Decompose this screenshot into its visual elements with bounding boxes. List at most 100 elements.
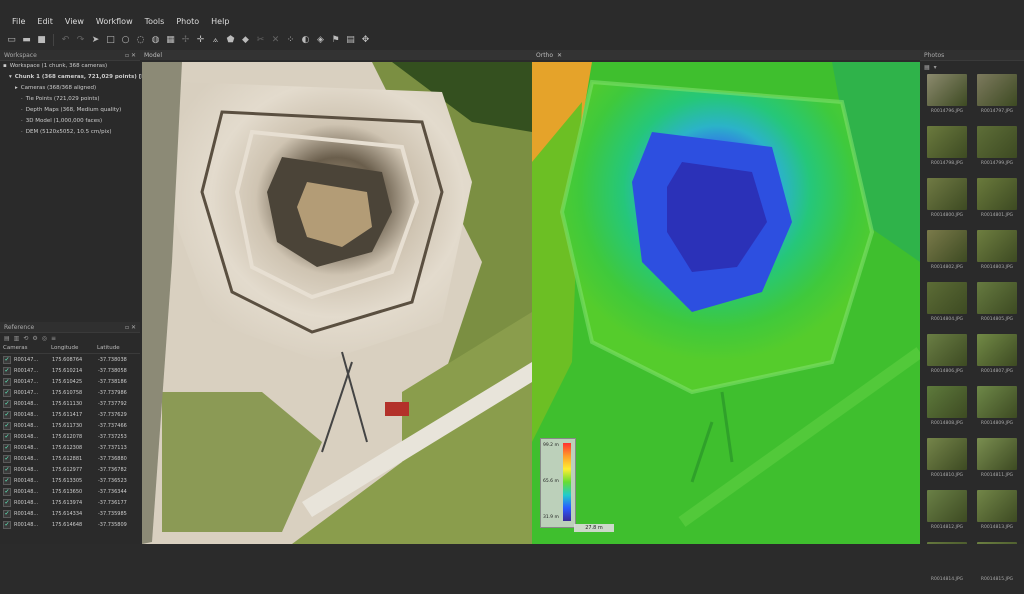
checkbox[interactable]: ✓ — [3, 498, 11, 507]
rotate-icon[interactable]: ✢ — [180, 35, 191, 45]
reference-row[interactable]: ✓ R00147... 175.610214 -37.738058 — [0, 365, 140, 376]
menu-edit[interactable]: Edit — [31, 17, 59, 26]
menu-workflow[interactable]: Workflow — [90, 17, 139, 26]
checkbox[interactable]: ✓ — [3, 377, 11, 386]
reference-row[interactable]: ✓ R00148... 175.612078 -37.737253 — [0, 431, 140, 442]
reference-row[interactable]: ✓ R00147... 175.610758 -37.737986 — [0, 387, 140, 398]
export-icon[interactable]: ▥ — [14, 335, 20, 342]
photo-thumbnail[interactable]: R0014808.JPG — [924, 386, 970, 438]
photo-thumbnail[interactable]: R0014811.JPG — [974, 438, 1020, 490]
menu-file[interactable]: File — [6, 17, 31, 26]
view-icon[interactable]: ▦ — [924, 64, 930, 71]
settings-icon[interactable]: ✥ — [360, 35, 371, 45]
photo-thumbnail[interactable]: R0014797.JPG — [974, 74, 1020, 126]
tab-ortho[interactable]: Ortho — [536, 52, 553, 59]
menu-help[interactable]: Help — [205, 17, 235, 26]
menu-photo[interactable]: Photo — [170, 17, 205, 26]
tab-close-icon[interactable]: ✕ — [557, 52, 562, 59]
points-icon[interactable]: ⁘ — [285, 35, 296, 45]
layers-icon[interactable]: ▤ — [345, 35, 356, 45]
globe-icon[interactable]: ◍ — [150, 35, 161, 45]
checkbox[interactable]: ✓ — [3, 454, 11, 463]
nav-icon[interactable]: ⟑ — [210, 35, 221, 45]
view-errors-icon[interactable]: ≡ — [51, 335, 56, 342]
reference-row[interactable]: ✓ R00148... 175.613305 -37.736523 — [0, 475, 140, 486]
select-icon[interactable]: ➤ — [90, 35, 101, 45]
convert-icon[interactable]: ⚙ — [32, 335, 37, 342]
update-icon[interactable]: ⟲ — [23, 335, 28, 342]
panel-close-icon[interactable]: ▫ ✕ — [125, 324, 136, 331]
reference-row[interactable]: ✓ R00148... 175.612881 -37.736880 — [0, 453, 140, 464]
reference-row[interactable]: ✓ R00148... 175.611130 -37.737792 — [0, 398, 140, 409]
photo-thumbnail[interactable]: R0014810.JPG — [924, 438, 970, 490]
settings-icon[interactable]: ◎ — [42, 335, 47, 342]
checkbox[interactable]: ✓ — [3, 421, 11, 430]
free-select-icon[interactable]: ◌ — [135, 35, 146, 45]
workspace-root[interactable]: ▪ Workspace (1 chunk, 368 cameras) — [3, 61, 140, 72]
reference-row[interactable]: ✓ R00148... 175.611417 -37.737629 — [0, 409, 140, 420]
shape-icon[interactable]: ◆ — [240, 35, 251, 45]
shield-icon[interactable]: ◈ — [315, 35, 326, 45]
reference-row[interactable]: ✓ R00148... 175.612308 -37.737113 — [0, 442, 140, 453]
tree-item-tie-points[interactable]: · Tie Points (721,029 points) — [3, 94, 140, 105]
polygon-icon[interactable]: ⬟ — [225, 35, 236, 45]
photo-thumbnail[interactable]: R0014805.JPG — [974, 282, 1020, 334]
photo-thumbnail[interactable]: R0014803.JPG — [974, 230, 1020, 282]
crop-icon[interactable]: ✕ — [270, 35, 281, 45]
reference-row[interactable]: ✓ R00148... 175.614648 -37.735809 — [0, 519, 140, 530]
checkbox[interactable]: ✓ — [3, 410, 11, 419]
undo-icon[interactable]: ↶ — [60, 35, 71, 45]
tree-item-3d-model[interactable]: · 3D Model (1,000,000 faces) — [3, 116, 140, 127]
tree-item-cameras[interactable]: ▸ Cameras (368/368 aligned) — [3, 83, 140, 94]
chunk-item[interactable]: ▾ Chunk 1 (368 cameras, 721,029 points) [… — [3, 72, 148, 83]
menu-tools[interactable]: Tools — [139, 17, 171, 26]
photo-thumbnail[interactable]: R0014800.JPG — [924, 178, 970, 230]
ortho-view[interactable] — [532, 62, 920, 544]
photo-thumbnail[interactable]: R0014809.JPG — [974, 386, 1020, 438]
checkbox[interactable]: ✓ — [3, 520, 11, 529]
photo-thumbnail[interactable]: R0014798.JPG — [924, 126, 970, 178]
model-view[interactable] — [142, 62, 532, 544]
photo-thumbnail[interactable]: R0014804.JPG — [924, 282, 970, 334]
checkbox[interactable]: ✓ — [3, 432, 11, 441]
col-cameras[interactable]: Cameras — [3, 345, 51, 351]
move-icon[interactable]: ✛ — [195, 35, 206, 45]
photo-thumbnail[interactable]: R0014812.JPG — [924, 490, 970, 542]
panel-close-icon[interactable]: ▫ ✕ — [125, 52, 136, 59]
checkbox[interactable]: ✓ — [3, 399, 11, 408]
checkbox[interactable]: ✓ — [3, 355, 11, 364]
menu-view[interactable]: View — [59, 17, 90, 26]
checkbox[interactable]: ✓ — [3, 476, 11, 485]
reference-row[interactable]: ✓ R00148... 175.613650 -37.736344 — [0, 486, 140, 497]
photo-thumbnail[interactable]: R0014806.JPG — [924, 334, 970, 386]
tree-item-depth-maps[interactable]: · Depth Maps (368, Medium quality) — [3, 105, 140, 116]
reference-row[interactable]: ✓ R00148... 175.611730 -37.737466 — [0, 420, 140, 431]
reference-row[interactable]: ✓ R00148... 175.613974 -37.736177 — [0, 497, 140, 508]
checkbox[interactable]: ✓ — [3, 465, 11, 474]
import-icon[interactable]: ▤ — [4, 335, 10, 342]
col-longitude[interactable]: Longitude — [51, 345, 97, 351]
circle-select-icon[interactable]: ○ — [120, 35, 131, 45]
tree-item-dem[interactable]: · DEM (5120x5052, 10.5 cm/pix) — [3, 127, 140, 138]
open-icon[interactable]: ▬ — [21, 35, 32, 45]
photo-thumbnail[interactable]: R0014799.JPG — [974, 126, 1020, 178]
checkbox[interactable]: ✓ — [3, 366, 11, 375]
save-icon[interactable]: ■ — [36, 35, 47, 45]
new-icon[interactable]: ▭ — [6, 35, 17, 45]
filter-icon[interactable]: ▾ — [934, 64, 937, 71]
cut-icon[interactable]: ✂ — [255, 35, 266, 45]
photo-thumbnail[interactable]: R0014796.JPG — [924, 74, 970, 126]
col-latitude[interactable]: Latitude — [97, 345, 137, 351]
photo-thumbnail[interactable]: R0014802.JPG — [924, 230, 970, 282]
reference-row[interactable]: ✓ R00147... 175.608764 -37.738038 — [0, 354, 140, 365]
reference-row[interactable]: ✓ R00148... 175.614334 -37.735985 — [0, 508, 140, 519]
flag-icon[interactable]: ⚑ — [330, 35, 341, 45]
photo-thumbnail[interactable]: R0014813.JPG — [974, 490, 1020, 542]
photo-thumbnail[interactable]: R0014801.JPG — [974, 178, 1020, 230]
reference-row[interactable]: ✓ R00148... 175.612977 -37.736782 — [0, 464, 140, 475]
redo-icon[interactable]: ↷ — [75, 35, 86, 45]
grid-icon[interactable]: ▦ — [165, 35, 176, 45]
reference-row[interactable]: ✓ R00147... 175.610425 -37.738186 — [0, 376, 140, 387]
checkbox[interactable]: ✓ — [3, 388, 11, 397]
camera-icon[interactable]: ◐ — [300, 35, 311, 45]
